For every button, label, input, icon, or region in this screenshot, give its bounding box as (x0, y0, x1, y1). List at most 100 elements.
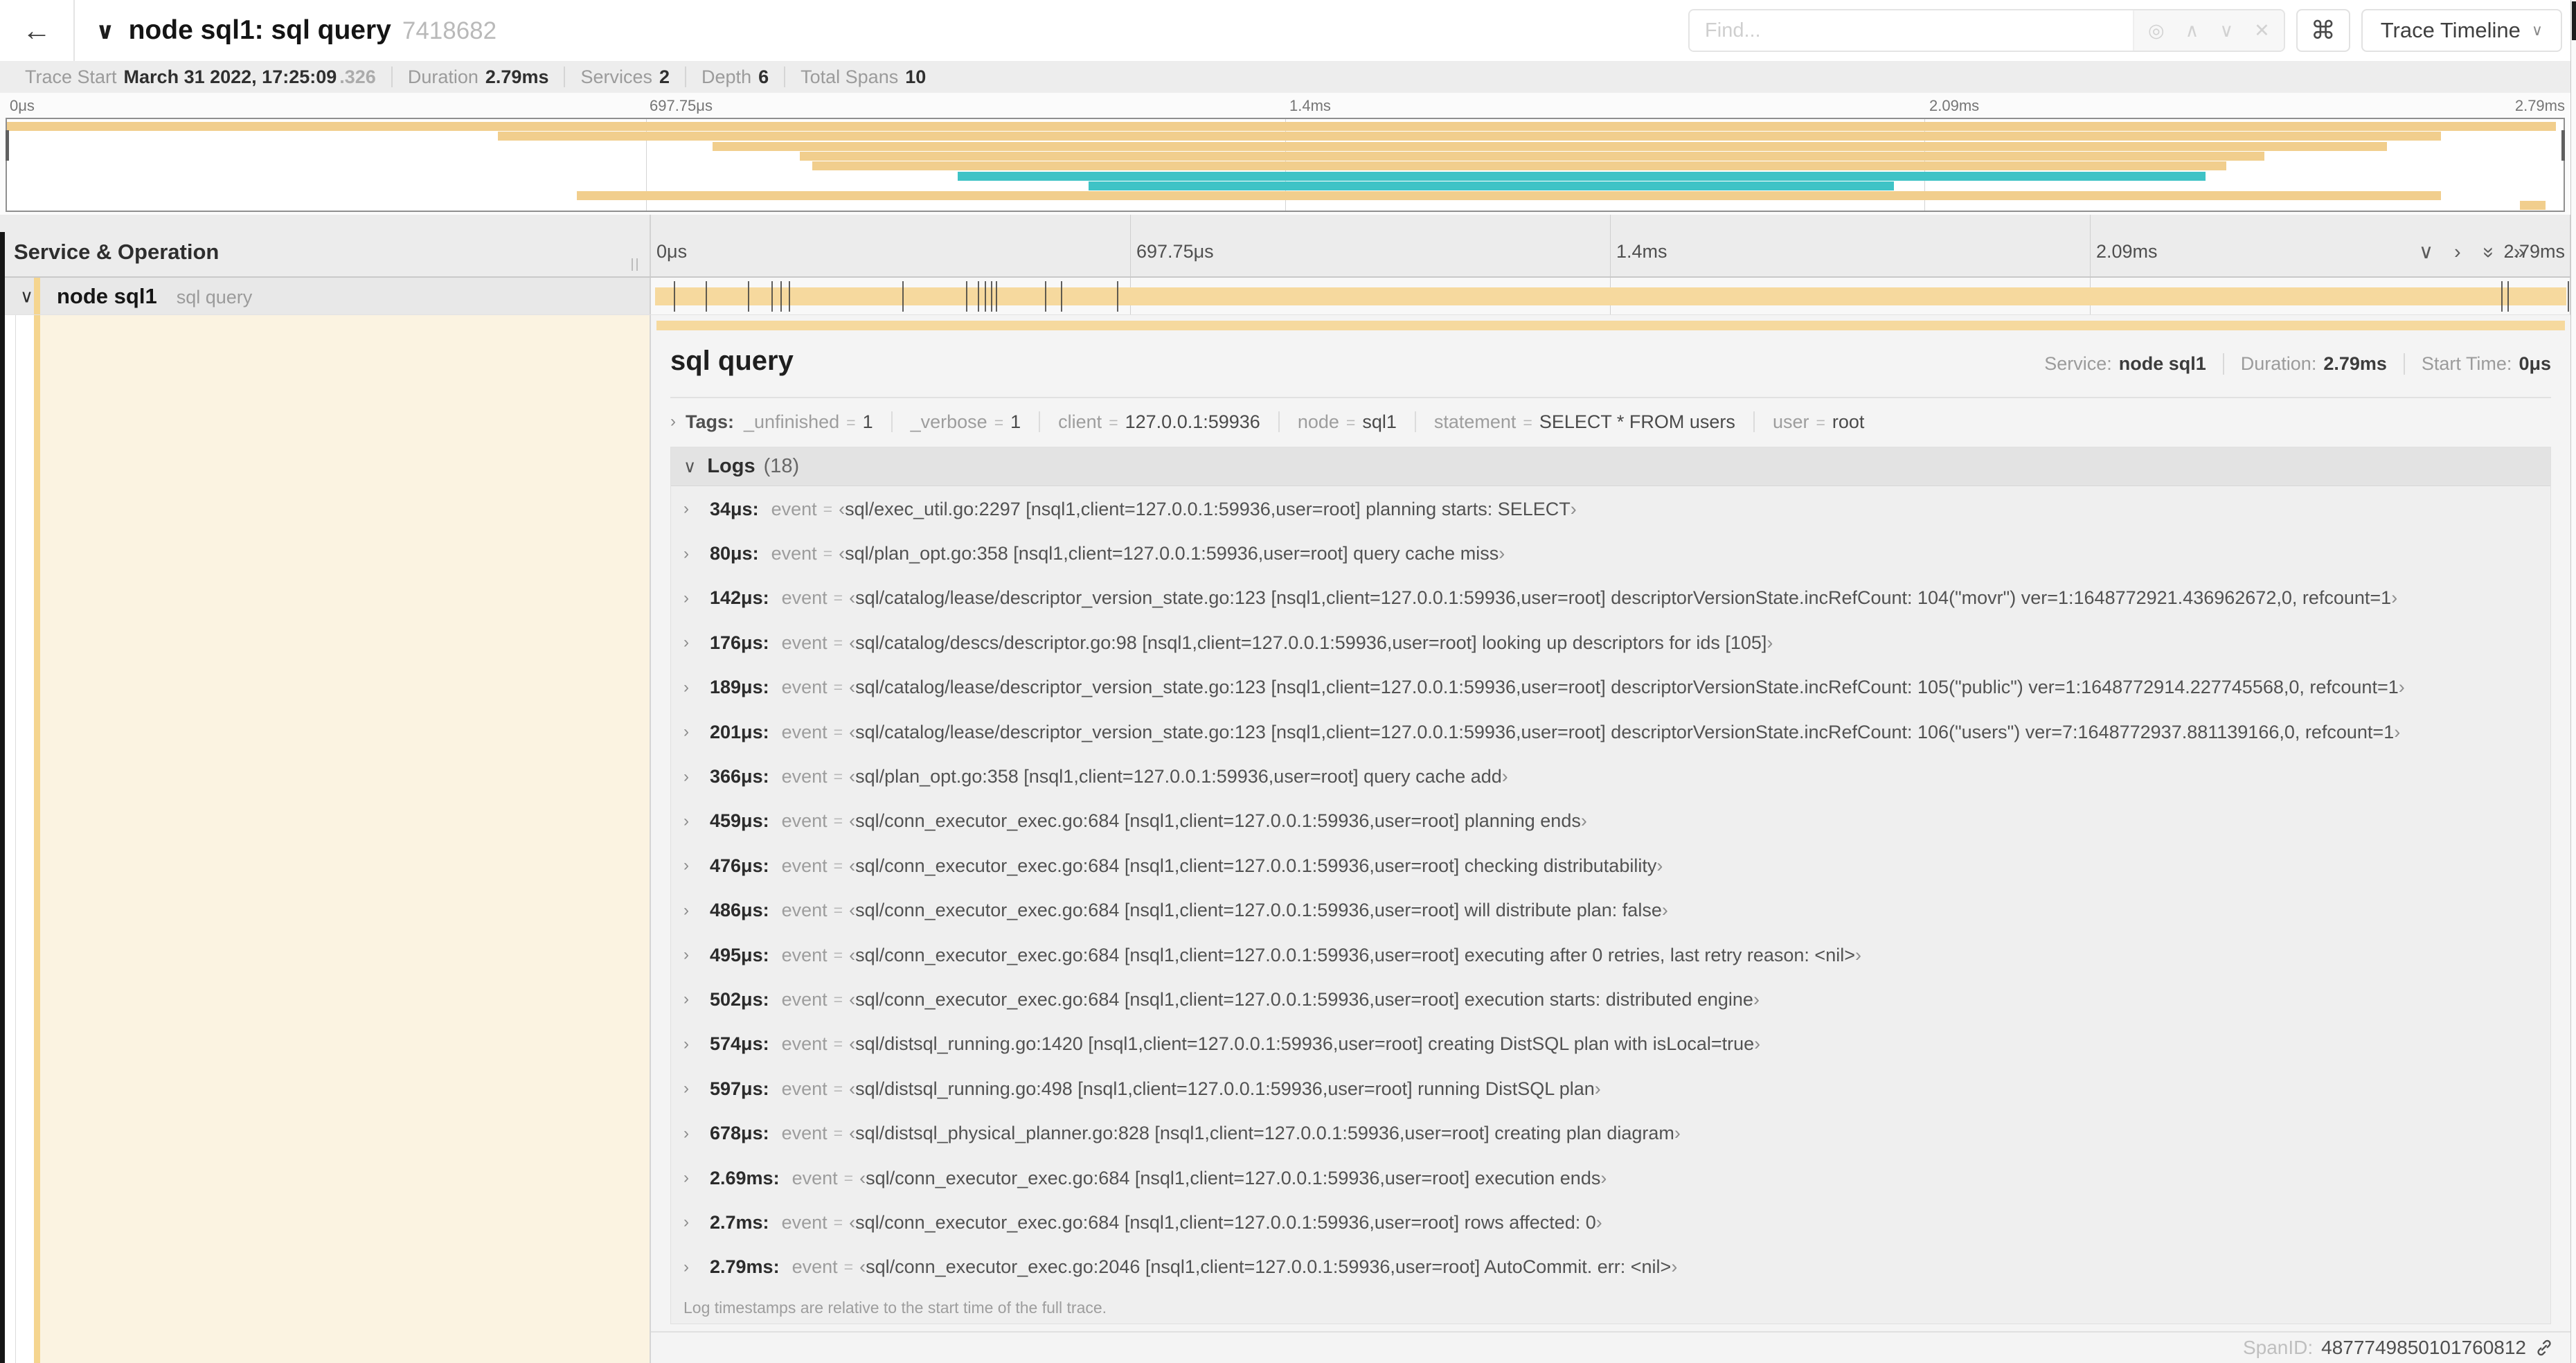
close-quote-icon: › (2394, 721, 2401, 742)
timeline-tick-label: 2.79ms (2503, 241, 2565, 262)
tag-key: client (1058, 411, 1102, 432)
trace-collapse-chevron-icon[interactable]: ∨ (96, 17, 115, 45)
logs-count: (18) (763, 455, 800, 477)
log-row[interactable]: › 597μs: event = ‹sql/distsql_running.go:498… (671, 1067, 2550, 1111)
log-field-key: event (781, 1033, 828, 1055)
log-row[interactable]: › 142μs: event = ‹sql/catalog/lease/descript… (671, 576, 2550, 621)
minimap-left-drag-handle[interactable] (6, 130, 9, 161)
log-message: sql/distsql_physical_planner.go:828 [nsq… (855, 1123, 1674, 1144)
log-expand-chevron-icon: › (683, 1034, 689, 1053)
back-button[interactable]: ← (0, 0, 75, 61)
close-quote-icon: › (1499, 543, 1505, 564)
detail-divider (670, 397, 2551, 398)
deep-link-icon[interactable] (2534, 1338, 2554, 1357)
close-quote-icon: › (1600, 1167, 1607, 1188)
span-bar-cell (650, 278, 2570, 314)
log-event-marker (977, 281, 979, 312)
log-field-key: event (781, 766, 828, 787)
find-clear-icon[interactable]: ✕ (2254, 20, 2270, 42)
log-row[interactable]: › 495μs: event = ‹sql/conn_executor_exec.go:… (671, 933, 2550, 977)
column-resize-grip[interactable] (632, 258, 638, 271)
scrollbar-thumb[interactable] (2572, 1, 2576, 40)
timeline-grid-line (1610, 215, 1611, 276)
log-row[interactable]: › 366μs: event = ‹sql/plan_opt.go:358 [nsql1… (671, 754, 2550, 799)
log-row[interactable]: › 2.69ms: event = ‹sql/conn_executor_exec.go… (671, 1156, 2550, 1200)
logs-header[interactable]: ∨ Logs (18) (671, 447, 2550, 486)
span-collapse-chevron-icon[interactable]: ∨ (20, 285, 33, 307)
meta-label: Total Spans (800, 66, 899, 87)
log-event-marker (2507, 281, 2510, 312)
log-message: sql/plan_opt.go:358 [nsql1,client=127.0.… (855, 766, 1502, 787)
log-timestamp: 142μs: (710, 587, 769, 609)
overview-label: Duration: (2240, 353, 2317, 374)
open-quote-icon: ‹ (859, 1256, 866, 1278)
detail-left-column (5, 315, 650, 1363)
minimap-tick-label: 697.75μs (650, 97, 713, 114)
log-row[interactable]: › 476μs: event = ‹sql/conn_executor_exec.go:… (671, 844, 2550, 888)
equals-sign: = (833, 990, 843, 1008)
minimap-ruler: 0μs 697.75μs 1.4ms 2.09ms 2.79ms (6, 97, 2565, 116)
trace-timeline-page: ← ∨ node sql1: sql query 7418682 ◎ ∧ ∨ ✕ … (0, 0, 2576, 1363)
vertical-scrollbar[interactable] (2570, 0, 2576, 1363)
log-list: › 34μs: event = ‹sql/exec_util.go:2297 [nsql… (671, 487, 2550, 1290)
find-input[interactable] (1690, 10, 2134, 51)
minimap-right-drag-handle[interactable] (2561, 130, 2565, 161)
top-nav: ← ∨ node sql1: sql query 7418682 ◎ ∧ ∨ ✕ … (0, 0, 2570, 61)
minimap-canvas[interactable] (6, 118, 2565, 212)
equals-sign: = (833, 901, 843, 920)
find-next-icon[interactable]: ∨ (2219, 20, 2233, 42)
log-row[interactable]: › 176μs: event = ‹sql/catalog/descs/descript… (671, 621, 2550, 665)
close-quote-icon: › (1754, 1033, 1761, 1055)
log-row[interactable]: › 459μs: event = ‹sql/conn_executor_exec.go:… (671, 799, 2550, 844)
log-expand-chevron-icon: › (683, 544, 689, 563)
log-row[interactable]: › 574μs: event = ‹sql/distsql_running.go:142… (671, 1022, 2550, 1067)
log-event-marker (1045, 281, 1047, 312)
log-expand-chevron-icon: › (683, 1123, 689, 1143)
tag-key: _verbose (910, 411, 987, 432)
log-expand-chevron-icon: › (683, 633, 689, 652)
minimap-tick-label: 2.79ms (2514, 97, 2565, 114)
span-service-name: node sql1 (57, 283, 157, 308)
span-names: node sql1 sql query (57, 284, 252, 309)
meta-label: Duration (407, 66, 478, 87)
log-field-key: event (781, 1211, 828, 1233)
log-event-marker (995, 281, 997, 312)
equals-sign: = (833, 1124, 843, 1143)
span-name-cell[interactable]: ∨ node sql1 sql query (5, 278, 650, 314)
log-row[interactable]: › 34μs: event = ‹sql/exec_util.go:2297 [nsql… (671, 487, 2550, 531)
log-row[interactable]: › 201μs: event = ‹sql/catalog/lease/descript… (671, 710, 2550, 754)
equals-sign: = (833, 678, 843, 697)
tags-row[interactable]: › Tags: _unfinished = 1 _verbose = 1 client = 12… (670, 407, 2551, 437)
find-prev-icon[interactable]: ∧ (2185, 20, 2199, 42)
log-event-marker (984, 281, 986, 312)
log-timestamp: 2.69ms: (710, 1167, 780, 1188)
close-quote-icon: › (1570, 498, 1577, 519)
log-expand-chevron-icon: › (683, 588, 689, 607)
span-color-accent (34, 315, 40, 1363)
log-row[interactable]: › 189μs: event = ‹sql/catalog/lease/descript… (671, 666, 2550, 710)
log-row[interactable]: › 486μs: event = ‹sql/conn_executor_exec.go:… (671, 889, 2550, 933)
log-row[interactable]: › 678μs: event = ‹sql/distsql_physical_plann… (671, 1111, 2550, 1155)
log-row[interactable]: › 2.7ms: event = ‹sql/conn_executor_exec.go:… (671, 1200, 2550, 1245)
meta-value: 6 (758, 66, 769, 87)
log-message: sql/conn_executor_exec.go:684 [nsql1,cli… (855, 1211, 1596, 1233)
log-message: sql/catalog/lease/descriptor_version_sta… (855, 721, 2395, 742)
close-quote-icon: › (1661, 900, 1668, 921)
log-row[interactable]: › 2.79ms: event = ‹sql/conn_executor_exec.go… (671, 1245, 2550, 1290)
log-row[interactable]: › 502μs: event = ‹sql/conn_executor_exec.go:… (671, 977, 2550, 1022)
timeline-grid-header: Service & Operation ∨ › « » 0μs 697.75μs 1… (0, 215, 2570, 278)
span-duration-bar[interactable] (655, 287, 2566, 305)
open-quote-icon: ‹ (849, 1123, 856, 1144)
log-row[interactable]: › 80μs: event = ‹sql/plan_opt.go:358 [nsql1,… (671, 531, 2550, 576)
span-row: ∨ node sql1 sql query (0, 278, 2570, 315)
detail-header: sql query Service: node sql1 Duration: 2.79… (670, 346, 2551, 377)
focus-target-icon[interactable]: ◎ (2148, 20, 2165, 42)
log-timestamp: 502μs: (710, 988, 769, 1010)
close-quote-icon: › (1674, 1123, 1681, 1144)
log-timestamp: 34μs: (710, 498, 759, 519)
view-selector-button[interactable]: Trace Timeline ∨ (2361, 9, 2562, 52)
keyboard-shortcuts-button[interactable]: ⌘ (2296, 9, 2350, 52)
log-message-wrap: ‹sql/conn_executor_exec.go:2046 [nsql1,c… (859, 1256, 1677, 1278)
log-expand-chevron-icon: › (683, 1079, 689, 1098)
minimap-span-bar (958, 171, 2206, 181)
